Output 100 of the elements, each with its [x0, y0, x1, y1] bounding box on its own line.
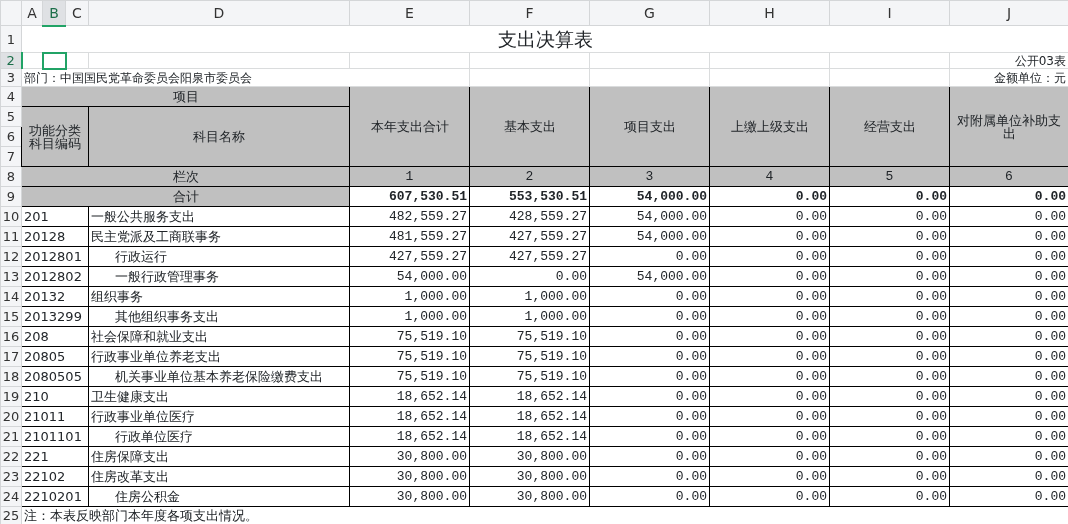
table-cell: 75,519.10 [469, 346, 590, 367]
row-header[interactable]: 11 [0, 226, 22, 247]
row-header[interactable]: 17 [0, 346, 22, 367]
table-cell: 0.00 [829, 226, 950, 247]
table-cell: 0.00 [589, 346, 710, 367]
row-header[interactable]: 23 [0, 466, 22, 487]
table-cell: 427,559.27 [469, 226, 590, 247]
table-cell: 30,800.00 [349, 486, 470, 507]
column-header[interactable]: I [829, 0, 950, 26]
table-cell: 18,652.14 [469, 406, 590, 427]
row-header[interactable]: 16 [0, 326, 22, 347]
row-header[interactable]: 15 [0, 306, 22, 327]
table-cell: 0.00 [709, 206, 830, 227]
table-cell: 0.00 [829, 366, 950, 387]
table-cell: 54,000.00 [349, 266, 470, 287]
column-header[interactable]: A [21, 0, 43, 26]
table-cell: 社会保障和就业支出 [88, 326, 350, 347]
table-cell: 0.00 [709, 366, 830, 387]
header-cell: 基本支出 [469, 86, 590, 167]
header-cell: 科目名称 [88, 106, 350, 167]
table-cell: 30,800.00 [469, 486, 590, 507]
table-cell: 其他组织事务支出 [88, 306, 350, 327]
table-cell: 482,559.27 [349, 206, 470, 227]
header-cell: 上缴上级支出 [709, 86, 830, 167]
row-header[interactable]: 24 [0, 486, 22, 507]
table-cell: 30,800.00 [469, 446, 590, 467]
table-cell: 1,000.00 [349, 306, 470, 327]
table-cell: 住房改革支出 [88, 466, 350, 487]
row-header[interactable]: 9 [0, 186, 22, 207]
table-cell: 0.00 [709, 326, 830, 347]
table-cell: 75,519.10 [349, 346, 470, 367]
column-header[interactable]: C [65, 0, 89, 26]
row-header[interactable]: 10 [0, 206, 22, 227]
table-cell: 0.00 [829, 326, 950, 347]
row-header[interactable]: 4 [0, 86, 22, 107]
header-cell: 对附属单位补助支出 [949, 86, 1068, 167]
table-cell: 2013299 [21, 306, 89, 327]
table-cell: 0.00 [829, 386, 950, 407]
column-header[interactable]: F [469, 0, 590, 26]
table-cell: 201 [21, 206, 89, 227]
row-header[interactable]: 20 [0, 406, 22, 427]
row-header[interactable]: 13 [0, 266, 22, 287]
row-header[interactable]: 5 [0, 106, 22, 127]
table-cell: 0.00 [709, 386, 830, 407]
table-cell: 54,000.00 [589, 186, 710, 207]
column-header[interactable]: J [949, 0, 1068, 26]
row-header[interactable]: 14 [0, 286, 22, 307]
row-header[interactable]: 18 [0, 366, 22, 387]
header-cell: 项目支出 [589, 86, 710, 167]
table-cell: 一般行政管理事务 [88, 266, 350, 287]
column-header[interactable]: G [589, 0, 710, 26]
row-header[interactable]: 21 [0, 426, 22, 447]
table-cell: 住房公积金 [88, 486, 350, 507]
table-cell: 75,519.10 [469, 366, 590, 387]
table-cell: 0.00 [709, 346, 830, 367]
table-cell: 427,559.27 [349, 246, 470, 267]
table-cell: 行政事业单位养老支出 [88, 346, 350, 367]
table-cell: 18,652.14 [469, 426, 590, 447]
table-cell: 553,530.51 [469, 186, 590, 207]
table-cell: 2012801 [21, 246, 89, 267]
table-cell: 民主党派及工商联事务 [88, 226, 350, 247]
column-header[interactable]: H [709, 0, 830, 26]
table-cell: 0.00 [829, 206, 950, 227]
table-cell: 0.00 [589, 306, 710, 327]
selected-cell[interactable] [42, 52, 66, 69]
table-cell: 54,000.00 [589, 206, 710, 227]
row-header[interactable]: 6 [0, 126, 22, 147]
row-header[interactable]: 7 [0, 146, 22, 167]
row-header[interactable]: 8 [0, 166, 22, 187]
department-label: 部门：中国国民党革命委员会阳泉市委员会 [21, 68, 470, 87]
table-cell: 75,519.10 [469, 326, 590, 347]
table-cell: 行政运行 [88, 246, 350, 267]
table-cell: 行政事业单位医疗 [88, 406, 350, 427]
row-header[interactable]: 12 [0, 246, 22, 267]
row-header[interactable]: 22 [0, 446, 22, 467]
table-cell: 1,000.00 [349, 286, 470, 307]
table-cell: 2101101 [21, 426, 89, 447]
table-cell: 427,559.27 [469, 246, 590, 267]
header-cell: 经营支出 [829, 86, 950, 167]
header-cell: 本年支出合计 [349, 86, 470, 167]
table-cell: 0.00 [829, 266, 950, 287]
row-header[interactable]: 1 [0, 25, 22, 53]
column-header[interactable]: B [42, 0, 66, 26]
row-header[interactable]: 19 [0, 386, 22, 407]
table-cell: 18,652.14 [349, 386, 470, 407]
table-cell: 30,800.00 [349, 466, 470, 487]
table-cell: 0.00 [589, 386, 710, 407]
table-cell: 0.00 [829, 446, 950, 467]
table-cell: 0.00 [709, 266, 830, 287]
table-cell: 0.00 [709, 186, 830, 207]
column-header[interactable]: D [88, 0, 350, 26]
table-cell: 0.00 [709, 446, 830, 467]
table-cell: 0.00 [589, 426, 710, 447]
table-cell: 0.00 [829, 426, 950, 447]
table-cell: 18,652.14 [349, 406, 470, 427]
column-header[interactable]: E [349, 0, 470, 26]
table-cell: 208 [21, 326, 89, 347]
table-cell: 75,519.10 [349, 326, 470, 347]
table-cell: 2080505 [21, 366, 89, 387]
table-cell: 0.00 [709, 286, 830, 307]
